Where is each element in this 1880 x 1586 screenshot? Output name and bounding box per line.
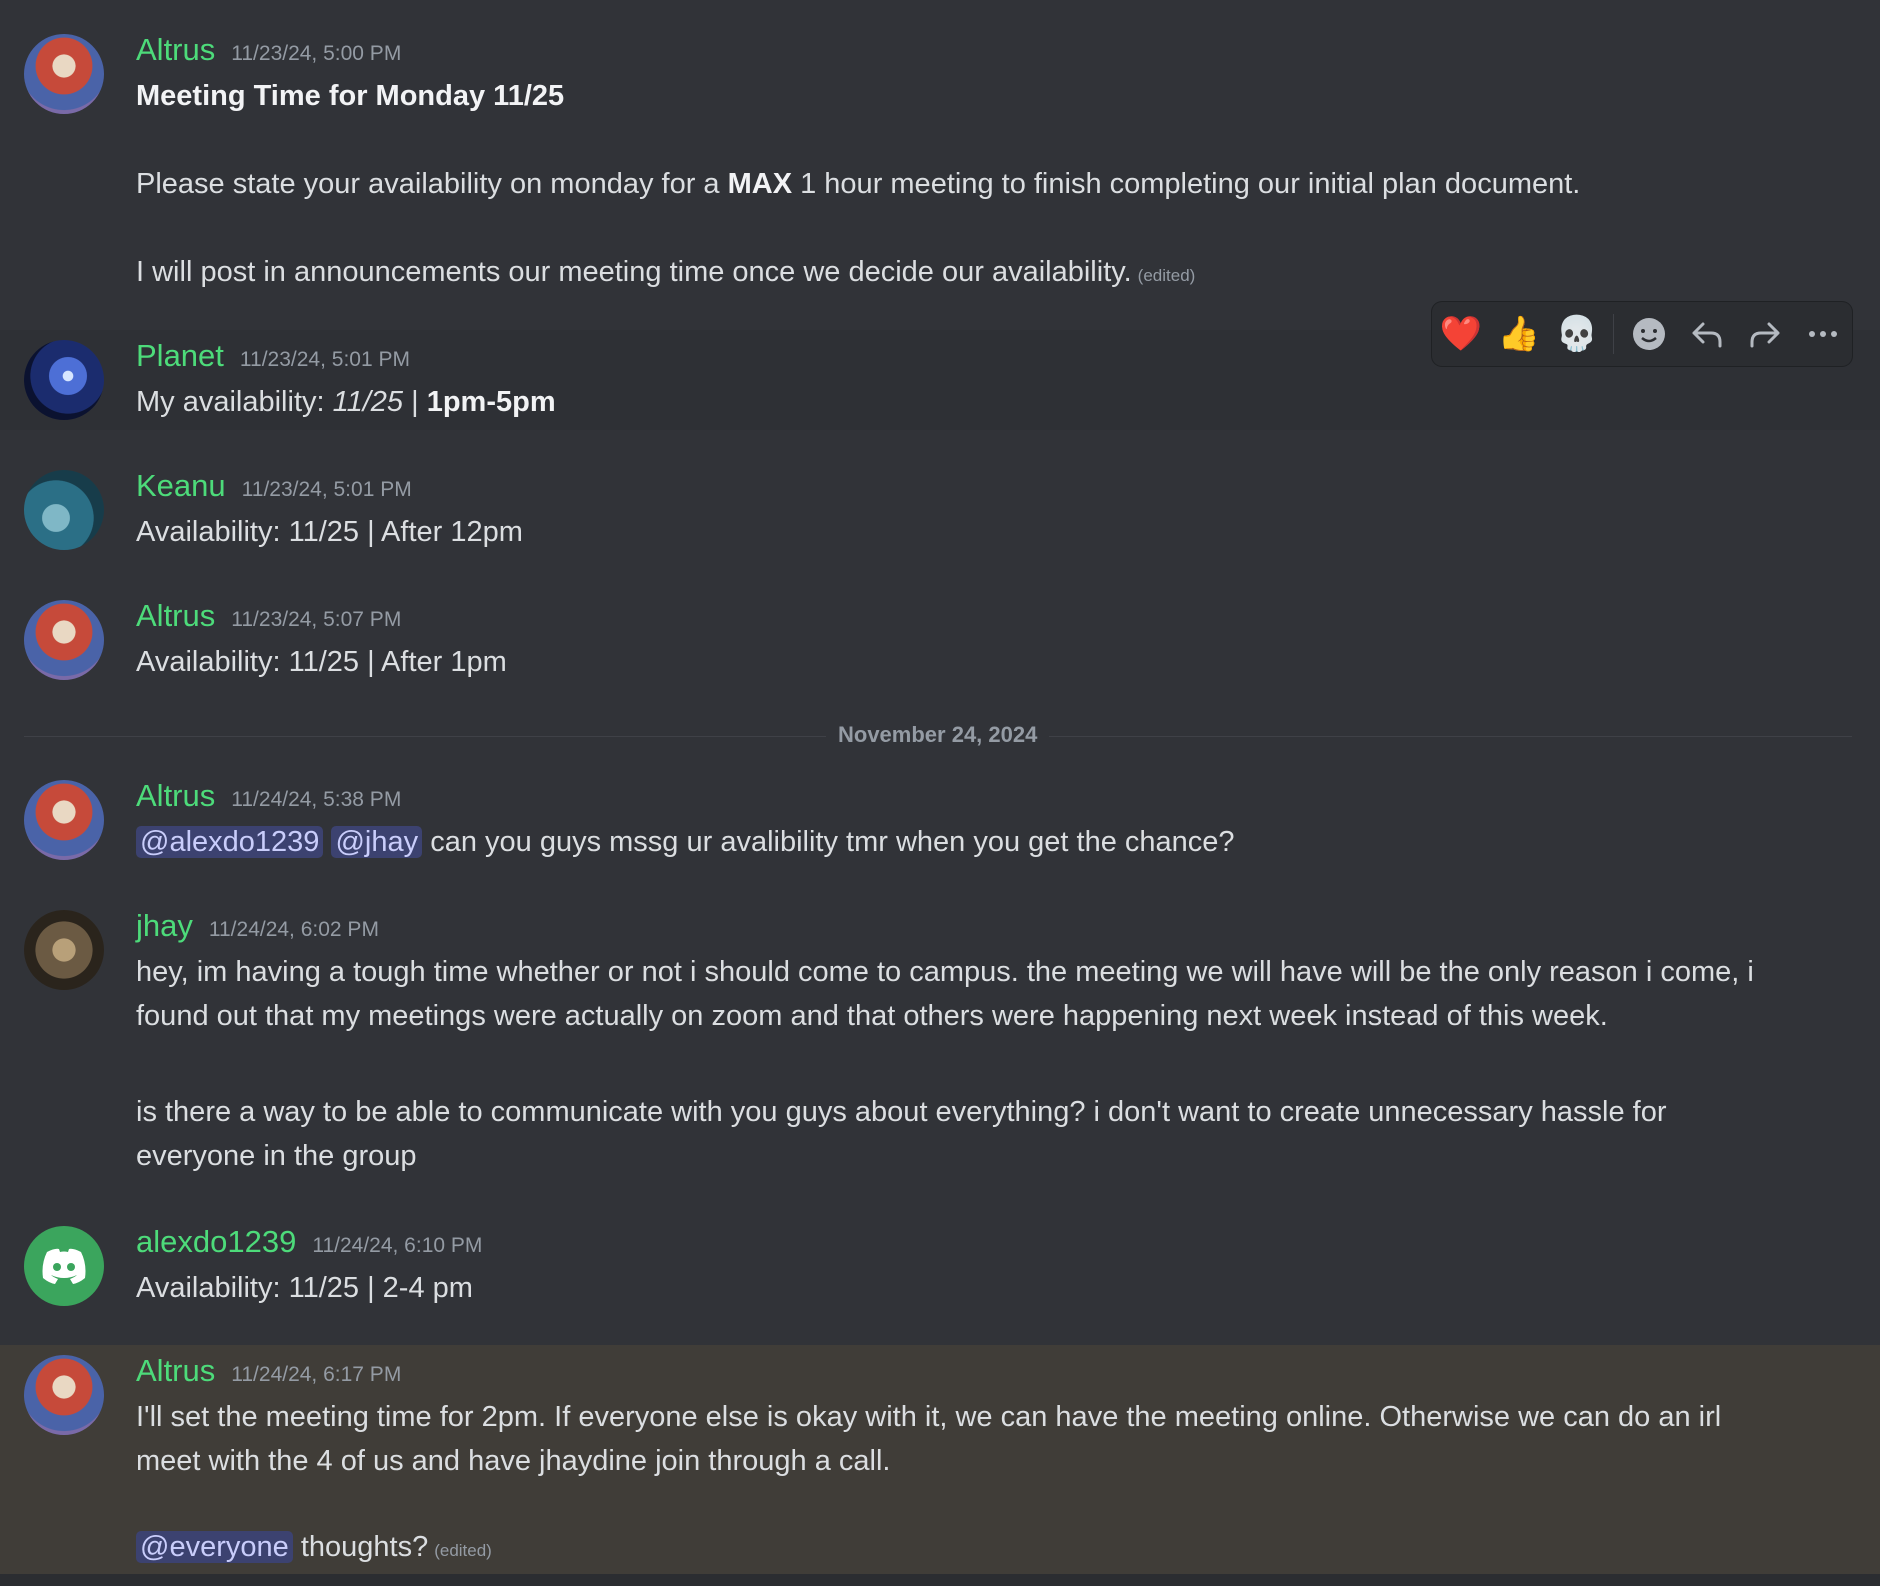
message: alexdo1239 11/24/24, 6:10 PM Availabilit…: [0, 1210, 1880, 1345]
message-header: Planet 11/23/24, 5:01 PM: [136, 338, 410, 374]
message-header: Altrus 11/24/24, 6:17 PM: [136, 1353, 401, 1389]
bold-text: MAX: [727, 168, 793, 200]
message-header: Altrus 11/23/24, 5:00 PM: [136, 32, 401, 68]
message-header: Altrus 11/23/24, 5:07 PM: [136, 598, 401, 634]
username[interactable]: alexdo1239: [136, 1224, 296, 1260]
message-text: @everyone thoughts? (edited): [136, 1525, 492, 1573]
italic-text: 11/25: [332, 386, 404, 418]
add-reaction-icon[interactable]: [1627, 312, 1671, 356]
message-text: I'll set the meeting time for 2pm. If ev…: [136, 1401, 1722, 1477]
message-text: Please state your availability on monday…: [136, 162, 1580, 206]
message-actions-toolbar: ❤️ 👍 💀: [1432, 302, 1852, 366]
bold-text: 1pm-5pm: [426, 386, 556, 418]
username[interactable]: Altrus: [136, 32, 215, 68]
username[interactable]: jhay: [136, 908, 193, 944]
timestamp: 11/24/24, 6:10 PM: [312, 1234, 483, 1257]
message: Altrus 11/23/24, 5:07 PM Availability: 1…: [0, 560, 1880, 700]
avatar-alexdo1239[interactable]: [24, 1226, 104, 1306]
message-text: My availability: 11/25 | 1pm-5pm: [136, 380, 556, 424]
message: Keanu 11/23/24, 5:01 PM Availability: 11…: [0, 430, 1880, 560]
skull-reaction-button[interactable]: 💀: [1555, 312, 1599, 356]
message-text: I will post in announcements our meeting…: [136, 250, 1195, 298]
username[interactable]: Planet: [136, 338, 224, 374]
message-header: Altrus 11/24/24, 5:38 PM: [136, 778, 401, 814]
toolbar-divider: [1612, 314, 1614, 354]
everyone-mention[interactable]: @everyone: [136, 1531, 293, 1563]
avatar-jhay[interactable]: [24, 910, 104, 990]
avatar-altrus[interactable]: [24, 1355, 104, 1435]
date-divider-label: November 24, 2024: [826, 722, 1050, 748]
edited-tag: (edited): [1137, 266, 1196, 285]
avatar-altrus[interactable]: [24, 780, 104, 860]
message-title: Meeting Time for Monday 11/25: [136, 80, 565, 112]
message-header: alexdo1239 11/24/24, 6:10 PM: [136, 1224, 482, 1260]
message: jhay 11/24/24, 6:02 PM hey, im having a …: [0, 890, 1880, 1210]
timestamp: 11/24/24, 5:38 PM: [231, 788, 402, 811]
text-segment: can you guys mssg ur avalibility tmr whe…: [430, 826, 1235, 858]
avatar-planet[interactable]: [24, 340, 104, 420]
user-mention[interactable]: @alexdo1239: [136, 826, 324, 858]
timestamp: 11/24/24, 6:17 PM: [231, 1363, 402, 1386]
timestamp: 11/24/24, 6:02 PM: [208, 918, 379, 941]
message-text: is there a way to be able to communicate…: [136, 1096, 1667, 1172]
username[interactable]: Keanu: [136, 468, 226, 504]
message-text: @alexdo1239 @jhay can you guys mssg ur a…: [136, 820, 1235, 864]
text-segment: Please state your availability on monday…: [136, 168, 728, 200]
message-text: hey, im having a tough time whether or n…: [136, 956, 1754, 1032]
avatar-keanu[interactable]: [24, 470, 104, 550]
avatar-altrus[interactable]: [24, 600, 104, 680]
message-header: jhay 11/24/24, 6:02 PM: [136, 908, 379, 944]
text-segment: |: [403, 386, 427, 418]
message: Altrus 11/24/24, 5:38 PM @alexdo1239 @jh…: [0, 760, 1880, 890]
forward-icon[interactable]: [1743, 312, 1787, 356]
message-text: Availability: 11/25 | After 1pm: [136, 646, 507, 678]
text-segment: My availability:: [136, 386, 333, 418]
timestamp: 11/23/24, 5:00 PM: [231, 42, 402, 65]
username[interactable]: Altrus: [136, 598, 215, 634]
message: Altrus 11/23/24, 5:00 PM Meeting Time fo…: [0, 0, 1880, 330]
heart-reaction-button[interactable]: ❤️: [1439, 312, 1483, 356]
message-list: Altrus 11/23/24, 5:00 PM Meeting Time fo…: [0, 0, 1880, 1586]
composer-edge: [0, 1574, 1880, 1586]
user-mention[interactable]: @jhay: [331, 826, 423, 858]
text-segment: I will post in announcements our meeting…: [136, 256, 1132, 288]
timestamp: 11/23/24, 5:01 PM: [239, 348, 410, 371]
username[interactable]: Altrus: [136, 778, 215, 814]
more-icon[interactable]: [1801, 312, 1845, 356]
text-segment: thoughts?: [300, 1531, 429, 1563]
text-segment: 1 hour meeting to finish completing our …: [792, 168, 1581, 200]
thumbs-up-reaction-button[interactable]: 👍: [1497, 312, 1541, 356]
timestamp: 11/23/24, 5:07 PM: [231, 608, 402, 631]
message-text: Availability: 11/25 | After 12pm: [136, 516, 523, 548]
username[interactable]: Altrus: [136, 1353, 215, 1389]
discord-logo-icon: [42, 1248, 86, 1284]
reply-icon[interactable]: [1685, 312, 1729, 356]
message: Altrus 11/24/24, 6:17 PM I'll set the me…: [0, 1345, 1880, 1574]
avatar-altrus[interactable]: [24, 34, 104, 114]
edited-tag: (edited): [434, 1541, 492, 1560]
message-text: Availability: 11/25 | 2-4 pm: [136, 1272, 473, 1304]
timestamp: 11/23/24, 5:01 PM: [241, 478, 412, 501]
message-header: Keanu 11/23/24, 5:01 PM: [136, 468, 412, 504]
